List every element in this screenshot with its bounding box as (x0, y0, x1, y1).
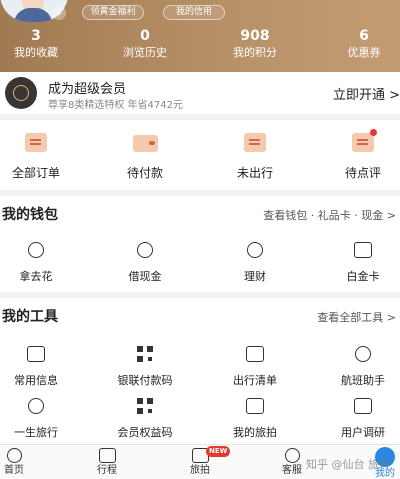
vip-title: 成为超级会员 (48, 82, 127, 97)
stat-value: 3 (31, 28, 41, 44)
card-icon (351, 240, 375, 262)
wallet-item-finance[interactable]: 理财 (205, 240, 305, 284)
tool-label: 常用信息 (14, 374, 58, 387)
tools-section: 我的工具 查看全部工具 > 常用信息 银联付款码 出行清单 航班助手 一生旅行 … (0, 298, 400, 444)
vip-subtitle: 尊享8类精选特权 年省4742元 (48, 100, 183, 111)
orders-pending-review[interactable]: 待点评 (313, 129, 400, 181)
wallet-item-nagouhua[interactable]: 拿去花 (0, 240, 86, 284)
my-credit-pill[interactable]: 我的信用 (163, 5, 225, 20)
tool-lifetime-travel[interactable]: 一生旅行 (0, 396, 86, 440)
wallet-item-label: 理财 (244, 270, 266, 283)
stat-favorites[interactable]: 3 我的收藏 (0, 28, 76, 60)
tab-home[interactable]: 首页 (0, 447, 44, 477)
tool-common-info[interactable]: 常用信息 (0, 344, 86, 388)
tab-label: 行程 (97, 465, 117, 476)
vip-badge-icon (5, 77, 37, 109)
checklist-icon (243, 344, 267, 366)
orders-label: 未出行 (236, 166, 273, 180)
plane-icon (351, 344, 375, 366)
open-now-link[interactable]: 立即开通 > (333, 84, 400, 103)
wallet-item-label: 拿去花 (19, 270, 53, 283)
headset-icon (281, 447, 303, 464)
new-badge: NEW (206, 446, 231, 457)
tab-label: 首页 (4, 465, 24, 476)
tab-label: 旅拍 (190, 465, 210, 476)
notification-dot (370, 129, 377, 136)
stat-value: 908 (240, 28, 270, 44)
tool-label: 一生旅行 (14, 426, 58, 439)
calendar-icon (96, 447, 118, 464)
view-wallet-link[interactable]: 查看钱包 · 礼品卡 · 现金 > (263, 207, 396, 223)
orders-all[interactable]: 全部订单 (0, 132, 86, 181)
orders-label: 待付款 (126, 166, 163, 180)
orders-pending-payment[interactable]: 待付款 (95, 132, 195, 181)
stat-label: 浏览历史 (123, 46, 167, 59)
wallet-item-label: 白金卡 (346, 270, 380, 283)
stat-label: 我的收藏 (14, 46, 58, 59)
qr-code-icon (133, 396, 157, 418)
orders-label: 全部订单 (11, 166, 60, 180)
tool-label: 用户调研 (341, 426, 385, 439)
orders-row: 全部订单 待付款 未出行 待点评 (0, 120, 400, 190)
tool-my-travel-photos[interactable]: 我的旅拍 (205, 396, 305, 440)
wallet-section: 我的钱包 查看钱包 · 礼品卡 · 现金 > 拿去花 借现金 理财 白金卡 (0, 196, 400, 292)
watermark: 知乎 @仙台 旅行 (306, 458, 390, 471)
wallet-item-borrow-cash[interactable]: 借现金 (95, 240, 195, 284)
super-member-banner[interactable]: 成为超级会员 尊享8类精选特权 年省4742元 立即开通 > (0, 72, 400, 114)
tool-travel-checklist[interactable]: 出行清单 (205, 344, 305, 388)
stat-value: 0 (140, 28, 150, 44)
tool-label: 银联付款码 (117, 374, 173, 387)
stat-points[interactable]: 908 我的积分 (215, 28, 295, 60)
tool-member-code[interactable]: 会员权益码 (95, 396, 195, 440)
tool-unionpay-code[interactable]: 银联付款码 (95, 344, 195, 388)
stat-history[interactable]: 0 浏览历史 (105, 28, 185, 60)
view-all-tools-link[interactable]: 查看全部工具 > (317, 309, 396, 325)
chevron-down-icon[interactable]: ⌄ (52, 6, 66, 20)
camera-icon (243, 396, 267, 418)
finance-icon (243, 240, 267, 262)
wallet-item-platinum-card[interactable]: 白金卡 (313, 240, 400, 284)
huabei-icon (24, 240, 48, 262)
home-icon (3, 447, 25, 464)
order-list-icon (22, 132, 50, 154)
orders-label: 待点评 (344, 166, 381, 180)
tool-label: 我的旅拍 (233, 426, 277, 439)
stat-coupons[interactable]: 6 优惠券 (324, 28, 400, 60)
orders-upcoming-trips[interactable]: 未出行 (205, 132, 305, 181)
profile-header: ⌄ 领黄金福利 我的信用 3 我的收藏 0 浏览历史 908 我的积分 6 优惠… (0, 0, 400, 72)
id-card-icon (24, 344, 48, 366)
clock-icon (241, 132, 269, 154)
tool-label: 出行清单 (233, 374, 277, 387)
stat-label: 我的积分 (233, 46, 277, 59)
tool-label: 航班助手 (341, 374, 385, 387)
comment-icon (349, 129, 377, 154)
tool-label: 会员权益码 (117, 426, 173, 439)
money-bag-icon (133, 240, 157, 262)
tool-flight-assistant[interactable]: 航班助手 (313, 344, 400, 388)
wallet-title: 我的钱包 (2, 207, 58, 223)
survey-icon (351, 396, 375, 418)
tool-user-survey[interactable]: 用户调研 (313, 396, 400, 440)
wallet-item-label: 借现金 (128, 270, 162, 283)
stat-label: 优惠券 (347, 46, 381, 59)
tools-title: 我的工具 (2, 309, 58, 325)
stat-value: 6 (359, 28, 369, 44)
gold-benefit-pill[interactable]: 领黄金福利 (82, 5, 144, 20)
barcode-icon (133, 344, 157, 366)
globe-icon (24, 396, 48, 418)
wallet-icon (131, 132, 159, 154)
tab-itinerary[interactable]: 行程 (77, 447, 137, 477)
